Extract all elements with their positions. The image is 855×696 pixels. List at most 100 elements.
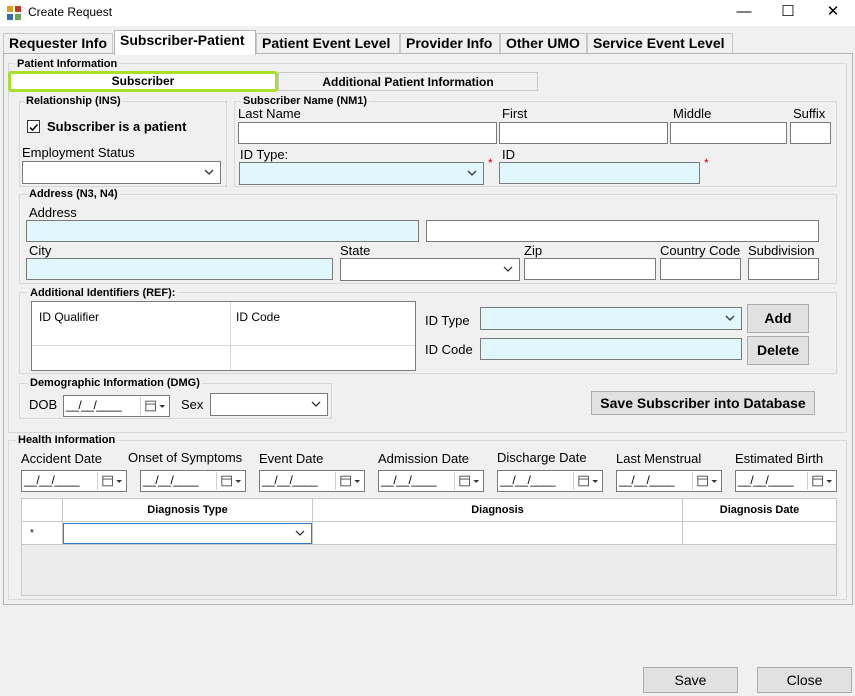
- close-button[interactable]: Close: [757, 667, 852, 693]
- calendar-icon[interactable]: [573, 472, 601, 490]
- diagnosis-type-column-header[interactable]: Diagnosis Type: [63, 504, 312, 516]
- zip-label: Zip: [524, 243, 543, 258]
- last-name-label: Last Name: [238, 106, 301, 121]
- estimated-birth-picker[interactable]: __/__/____: [735, 470, 837, 492]
- grid-divider: [32, 345, 415, 346]
- city-input[interactable]: [26, 258, 333, 280]
- demographic-label: Demographic Information (DMG): [28, 377, 202, 389]
- admission-date-picker[interactable]: __/__/____: [378, 470, 484, 492]
- save-subscriber-button[interactable]: Save Subscriber into Database: [591, 391, 815, 415]
- tab-provider-info[interactable]: Provider Info: [400, 33, 500, 54]
- tab-other-umo[interactable]: Other UMO: [500, 33, 587, 54]
- address-line2-input[interactable]: [426, 220, 819, 242]
- calendar-icon[interactable]: [692, 472, 720, 490]
- maximize-button[interactable]: ☐: [765, 0, 811, 26]
- subtab-additional-patient-info[interactable]: Additional Patient Information: [278, 72, 538, 91]
- middle-name-input[interactable]: [670, 122, 787, 144]
- id-code-column-header[interactable]: ID Code: [236, 310, 280, 324]
- calendar-icon[interactable]: [454, 472, 482, 490]
- onset-of-symptoms-picker[interactable]: __/__/____: [140, 470, 246, 492]
- diagnosis-date-column-header[interactable]: Diagnosis Date: [683, 504, 836, 516]
- chevron-down-icon: [311, 401, 321, 407]
- employment-status-select[interactable]: [22, 161, 221, 184]
- calendar-icon[interactable]: [97, 472, 125, 490]
- ref-id-type-label: ID Type: [425, 313, 470, 328]
- chevron-down-icon: [204, 169, 214, 175]
- tab-service-event-level[interactable]: Service Event Level: [587, 33, 733, 54]
- sex-label: Sex: [181, 397, 204, 412]
- diagnosis-grid[interactable]: Diagnosis Type Diagnosis Diagnosis Date …: [21, 498, 837, 596]
- event-date-value: __/__/____: [262, 473, 318, 487]
- sex-select[interactable]: [210, 393, 328, 416]
- title-bar: Create Request — ☐ ✕: [0, 0, 855, 26]
- identifiers-grid[interactable]: ID Qualifier ID Code: [31, 301, 416, 371]
- last-menstrual-picker[interactable]: __/__/____: [616, 470, 722, 492]
- admission-date-label: Admission Date: [378, 451, 470, 466]
- subscriber-is-patient-checkbox[interactable]: [27, 120, 40, 133]
- patient-information-label: Patient Information: [15, 58, 120, 70]
- diagnosis-column-header[interactable]: Diagnosis: [313, 504, 682, 516]
- diagnosis-type-select[interactable]: [63, 523, 312, 544]
- dob-date-picker[interactable]: __/__/____: [63, 395, 170, 417]
- zip-input[interactable]: [524, 258, 656, 280]
- chevron-down-icon: [295, 530, 305, 536]
- ref-id-code-input[interactable]: [480, 338, 742, 360]
- relationship-label: Relationship (INS): [24, 95, 123, 107]
- id-type-label: ID Type:: [240, 147, 289, 162]
- first-name-input[interactable]: [499, 122, 668, 144]
- minimize-button[interactable]: —: [721, 0, 767, 26]
- subtab-subscriber[interactable]: Subscriber: [8, 71, 278, 92]
- city-label: City: [29, 243, 52, 258]
- event-date-picker[interactable]: __/__/____: [259, 470, 365, 492]
- discharge-date-picker[interactable]: __/__/____: [497, 470, 603, 492]
- accident-date-picker[interactable]: __/__/____: [21, 470, 127, 492]
- onset-of-symptoms-label: Onset of Symptoms: [128, 450, 243, 465]
- admission-date-value: __/__/____: [381, 473, 437, 487]
- app-icon: [7, 6, 21, 20]
- grid-divider: [230, 302, 231, 370]
- suffix-label: Suffix: [793, 106, 826, 121]
- country-code-input[interactable]: [660, 258, 741, 280]
- last-name-input[interactable]: [238, 122, 497, 144]
- checkmark-icon: [29, 123, 39, 132]
- first-name-label: First: [502, 106, 528, 121]
- tab-subscriber-patient[interactable]: Subscriber-Patient: [114, 30, 256, 55]
- add-identifier-button[interactable]: Add: [747, 304, 809, 333]
- id-input[interactable]: [499, 162, 700, 184]
- chevron-down-icon: [725, 315, 735, 321]
- subscriber-is-patient-label: Subscriber is a patient: [47, 119, 187, 134]
- window-title: Create Request: [28, 5, 113, 19]
- discharge-date-label: Discharge Date: [497, 450, 587, 465]
- state-select[interactable]: [340, 258, 520, 281]
- delete-identifier-button[interactable]: Delete: [747, 336, 809, 365]
- accident-date-value: __/__/____: [24, 473, 80, 487]
- ref-id-code-label: ID Code: [425, 342, 473, 357]
- address-line1-input[interactable]: [26, 220, 419, 242]
- suffix-input[interactable]: [790, 122, 831, 144]
- required-star: *: [704, 156, 709, 170]
- tab-patient-event-level[interactable]: Patient Event Level: [256, 33, 400, 54]
- employment-status-label: Employment Status: [22, 145, 135, 160]
- ref-id-type-select[interactable]: [480, 307, 742, 330]
- calendar-icon[interactable]: [335, 472, 363, 490]
- id-qualifier-column-header[interactable]: ID Qualifier: [39, 310, 99, 324]
- tab-requester-info[interactable]: Requester Info: [3, 33, 113, 54]
- health-information-label: Health Information: [16, 434, 118, 446]
- onset-of-symptoms-value: __/__/____: [143, 473, 199, 487]
- discharge-date-value: __/__/____: [500, 473, 556, 487]
- save-button[interactable]: Save: [643, 667, 738, 693]
- subdivision-input[interactable]: [748, 258, 819, 280]
- calendar-icon[interactable]: [807, 472, 835, 490]
- required-star: *: [488, 156, 493, 170]
- address-group-label: Address (N3, N4): [27, 188, 120, 200]
- id-type-select[interactable]: [239, 162, 484, 185]
- last-menstrual-label: Last Menstrual: [616, 451, 702, 466]
- close-window-button[interactable]: ✕: [810, 0, 855, 26]
- chevron-down-icon: [467, 170, 477, 176]
- event-date-label: Event Date: [259, 451, 324, 466]
- country-code-label: Country Code: [660, 243, 741, 258]
- estimated-birth-value: __/__/____: [738, 473, 794, 487]
- calendar-icon[interactable]: [140, 397, 168, 415]
- accident-date-label: Accident Date: [21, 451, 102, 466]
- calendar-icon[interactable]: [216, 472, 244, 490]
